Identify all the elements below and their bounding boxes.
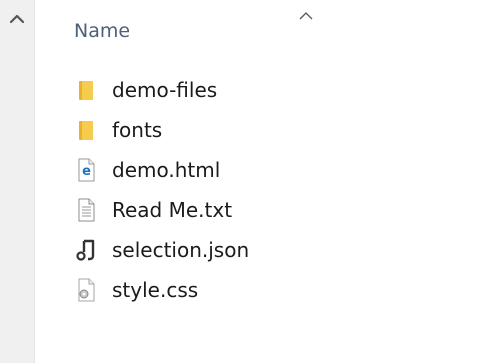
file-name: style.css [112, 278, 199, 302]
file-name: Read Me.txt [112, 198, 233, 222]
folder-icon [74, 76, 98, 104]
json-file-icon [74, 236, 98, 264]
file-explorer-pane: Name demo-files fonts e demo.html Read M… [0, 0, 500, 363]
list-item-fonts[interactable]: fonts [74, 110, 249, 150]
edge-html-icon: e [74, 156, 98, 184]
list-item-style-css[interactable]: style.css [74, 270, 249, 310]
css-file-icon [74, 276, 98, 304]
file-name: demo-files [112, 78, 218, 102]
folder-icon [74, 116, 98, 144]
scroll-up-arrow-icon[interactable] [8, 10, 26, 28]
text-file-icon [74, 196, 98, 224]
list-item-demo-html[interactable]: e demo.html [74, 150, 249, 190]
file-list: demo-files fonts e demo.html Read Me.txt… [74, 70, 249, 310]
list-item-read-me[interactable]: Read Me.txt [74, 190, 249, 230]
file-name: selection.json [112, 238, 250, 262]
sort-ascending-icon [298, 6, 314, 20]
column-header-name[interactable]: Name [74, 20, 130, 42]
list-item-demo-files[interactable]: demo-files [74, 70, 249, 110]
vertical-scrollbar[interactable] [0, 0, 35, 363]
file-name: demo.html [112, 158, 221, 182]
list-item-selection-json[interactable]: selection.json [74, 230, 249, 270]
svg-text:e: e [82, 164, 91, 179]
file-name: fonts [112, 118, 163, 142]
